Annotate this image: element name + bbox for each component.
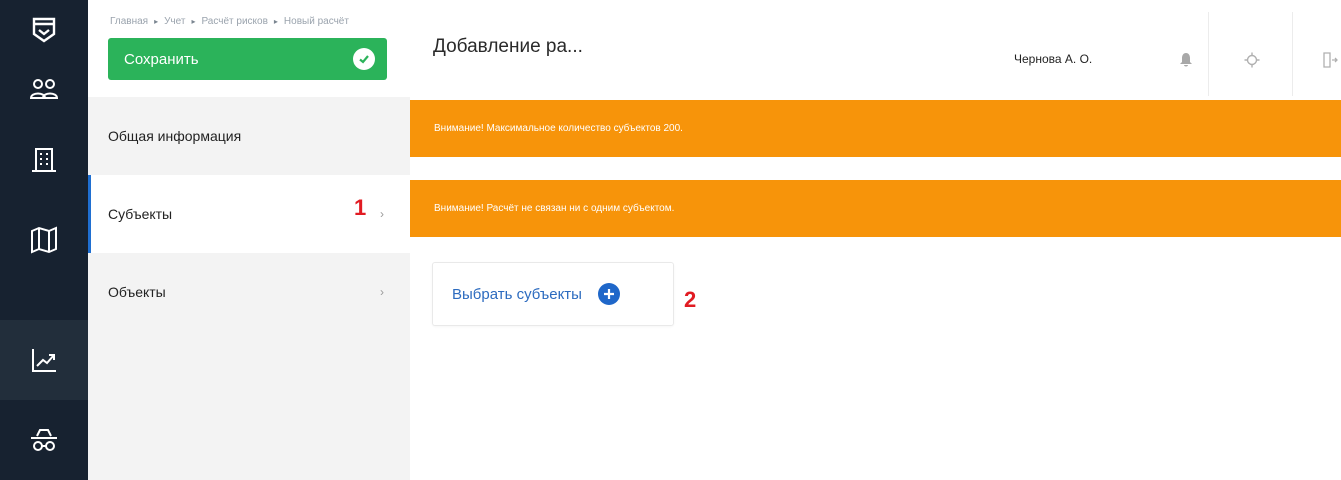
app-rail — [0, 0, 88, 480]
warning-text: Внимание! Максимальное количество субъек… — [434, 123, 683, 134]
breadcrumb-separator: ▸ — [191, 17, 196, 26]
annotation-marker-2: 2 — [684, 287, 697, 312]
user-name[interactable]: Чернова А. О. — [1014, 52, 1092, 66]
breadcrumb-separator: ▸ — [273, 17, 278, 26]
menu-item-objects[interactable]: Объекты › — [88, 253, 410, 331]
top-header: Главная ▸ Учет ▸ Расчёт рисков ▸ Новый расчёт … — [88, 0, 1341, 97]
menu-item-label: Объекты — [108, 284, 166, 300]
save-button-label: Сохранить — [124, 50, 199, 68]
warning-banner: Внимание! Расчёт не связан ни с одним су… — [410, 180, 1341, 237]
warning-banner: Внимание! Максимальное количество субъек… — [410, 100, 1341, 157]
plus-icon — [597, 283, 620, 305]
breadcrumb-item-risk-calculation[interactable]: Расчёт рисков — [201, 16, 267, 27]
header-divider — [1292, 12, 1293, 96]
header-divider — [1208, 12, 1209, 96]
breadcrumb-item-home[interactable]: Главная — [110, 16, 148, 27]
bell-icon[interactable] — [1166, 34, 1206, 86]
save-button[interactable]: Сохранить — [108, 38, 387, 80]
map-icon[interactable] — [0, 200, 88, 280]
section-menu: Общая информация Субъекты › Объекты › — [88, 97, 410, 480]
breadcrumb: Главная ▸ Учет ▸ Расчёт рисков ▸ Новый расчёт — [110, 16, 349, 27]
menu-item-general-info[interactable]: Общая информация — [88, 97, 410, 175]
logo-shield-icon[interactable] — [0, 0, 88, 60]
annotation-marker-1: 1 — [354, 195, 367, 220]
users-icon[interactable] — [0, 60, 88, 120]
logout-icon[interactable] — [1310, 34, 1341, 86]
check-icon — [353, 48, 375, 70]
breadcrumb-item-new-calculation: Новый расчёт — [283, 16, 349, 27]
chevron-right-icon: › — [380, 285, 384, 299]
chart-trend-icon[interactable] — [0, 320, 88, 400]
select-subjects-button[interactable]: Выбрать субъекты — [432, 262, 674, 326]
page-title: Добавление ра... — [433, 36, 583, 57]
menu-item-label: Общая информация — [108, 128, 242, 144]
settings-icon[interactable] — [1232, 34, 1272, 86]
menu-item-label: Субъекты — [108, 206, 173, 222]
building-icon[interactable] — [0, 120, 88, 200]
warning-text: Внимание! Расчёт не связан ни с одним су… — [434, 203, 675, 214]
breadcrumb-item-accounting[interactable]: Учет — [164, 16, 185, 27]
chevron-right-icon: › — [380, 207, 384, 221]
breadcrumb-separator: ▸ — [154, 17, 159, 26]
select-subjects-label: Выбрать субъекты — [452, 285, 582, 303]
spy-icon[interactable] — [0, 400, 88, 480]
